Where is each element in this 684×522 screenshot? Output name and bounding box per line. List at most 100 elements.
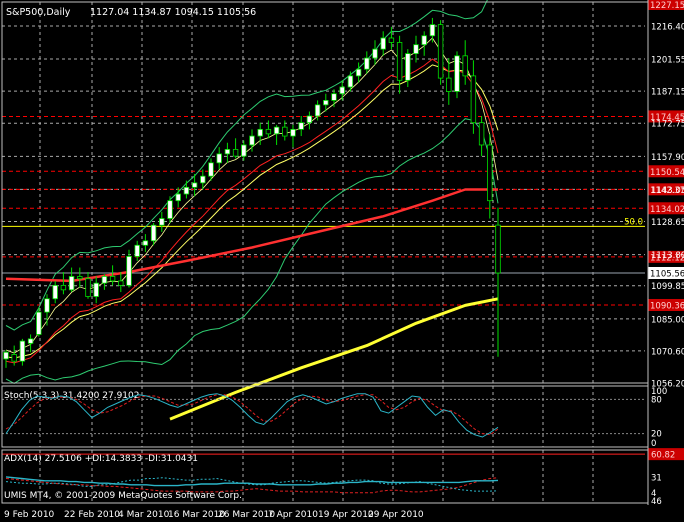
candle-body	[224, 149, 231, 155]
price-tick-label: 1113.80	[651, 251, 684, 261]
stoch-scale-label: 0	[651, 439, 656, 449]
price-tick-label: 1128.65	[651, 218, 684, 228]
candle-body	[85, 278, 91, 297]
candle-body	[101, 276, 108, 284]
candle-body	[355, 68, 362, 77]
candle-body	[446, 77, 452, 92]
candle-body	[265, 128, 272, 135]
candle-body	[437, 24, 444, 79]
candle-body	[290, 128, 296, 137]
candle-body	[52, 284, 58, 300]
candle-body	[413, 44, 419, 54]
candle-body	[429, 24, 436, 37]
candle-body	[306, 115, 313, 124]
candle-body	[478, 122, 485, 146]
candle-body	[487, 144, 493, 202]
price-tick-label: 1201.55	[651, 56, 684, 66]
candle-body	[364, 57, 370, 70]
candle-body	[109, 276, 116, 282]
price-tick-label: 1157.90	[651, 153, 684, 163]
candle-body	[44, 298, 50, 313]
candle-body	[167, 200, 173, 219]
candle-body	[159, 218, 165, 226]
candle-body	[118, 280, 124, 286]
candle-body	[339, 86, 345, 95]
time-tick-label: 16 Mar 2010	[168, 510, 225, 520]
candle-body	[396, 42, 403, 81]
candle-body	[454, 55, 460, 92]
candle-body	[331, 93, 337, 101]
time-tick-label: 9 Feb 2010	[4, 510, 55, 520]
candle-body	[273, 126, 280, 135]
candle-body	[19, 340, 26, 362]
price-tick-label: 1172.75	[651, 120, 684, 130]
candle-body	[93, 282, 99, 297]
time-tick-label: 19 Apr 2010	[318, 510, 374, 520]
candle-body	[249, 135, 255, 146]
adx-scale-label: 46	[651, 497, 662, 507]
candle-body	[323, 99, 329, 106]
candle-body	[241, 144, 247, 157]
chart-ohlc-values: 1127.04 1134.87 1094.15 1105.56	[90, 7, 256, 18]
candle-body	[495, 224, 501, 274]
price-tick-label: 1143.05	[651, 186, 684, 196]
candle-body	[462, 55, 468, 77]
candle-body	[11, 354, 17, 362]
candle-body	[191, 182, 198, 188]
candle-body	[405, 53, 411, 81]
header: S&P500,Daily 1127.04 1134.87 1094.15 110…	[6, 7, 256, 18]
candle-body	[470, 75, 477, 124]
stoch-scale-label: 80	[651, 395, 662, 405]
candle-body	[282, 126, 288, 137]
candle-body	[314, 104, 321, 117]
candle-body	[142, 240, 149, 246]
candle-body	[298, 122, 304, 130]
candle-body	[380, 37, 386, 50]
candle-body	[3, 351, 9, 360]
candle-body	[60, 284, 67, 291]
time-tick-label: 7 Apr 2010	[268, 510, 318, 520]
price-tick-label: 1085.00	[651, 315, 684, 325]
candle-body	[232, 149, 239, 157]
time-tick-label: 4 Mar 2010	[118, 510, 170, 520]
chart-symbol: S&P500,Daily	[6, 7, 71, 18]
candle-body	[257, 128, 263, 137]
price-tick-label: 1099.85	[651, 282, 684, 292]
candle-body	[208, 162, 214, 177]
candle	[454, 51, 460, 99]
candle-body	[77, 276, 83, 280]
candle-body	[36, 311, 42, 335]
price-tick-label: 1216.40	[651, 22, 684, 32]
chart-window[interactable]: 1174.451150.541142.371134.021112.121090.…	[0, 0, 684, 522]
price-level-label: 1090.36	[650, 301, 684, 311]
price-tick-label: 1070.60	[651, 347, 684, 357]
time-tick-label: 22 Feb 2010	[64, 510, 120, 520]
price-top-label: 1227.15	[650, 1, 684, 11]
candle-body	[216, 153, 222, 164]
chart-background	[0, 0, 684, 522]
time-tick-label: 29 Apr 2010	[368, 510, 424, 520]
price-tick-label: 1187.15	[651, 88, 684, 98]
time-tick-label: 26 Mar 2010	[218, 510, 275, 520]
candle-body	[388, 37, 395, 43]
adx-scale-label: 60.82	[651, 451, 675, 461]
price-level-label: 1134.02	[650, 205, 684, 215]
candle-body	[421, 35, 427, 46]
price-level-label: 1150.54	[650, 168, 684, 178]
candle-body	[200, 175, 206, 184]
candle-body	[126, 256, 132, 286]
candle-body	[175, 193, 181, 202]
candle-body	[372, 48, 378, 59]
adx-label: ADX(14) 27.5106 +DI:14.3833 -DI:31.0431	[4, 454, 198, 464]
adx-scale-label: 31	[651, 474, 662, 484]
candle-body	[347, 75, 354, 88]
footer-copyright: UMIS MT4, © 2001-2009 MetaQuotes Softwar…	[4, 491, 242, 501]
time-axis: 9 Feb 2010 22 Feb 20104 Mar 201016 Mar 20…	[4, 510, 424, 520]
fibo-level-label: 50.0	[624, 217, 643, 227]
candle-body	[27, 338, 34, 344]
candle-body	[183, 186, 190, 195]
candle	[36, 307, 42, 337]
candle-body	[150, 224, 157, 242]
candle	[437, 20, 444, 85]
candle-body	[68, 276, 75, 291]
